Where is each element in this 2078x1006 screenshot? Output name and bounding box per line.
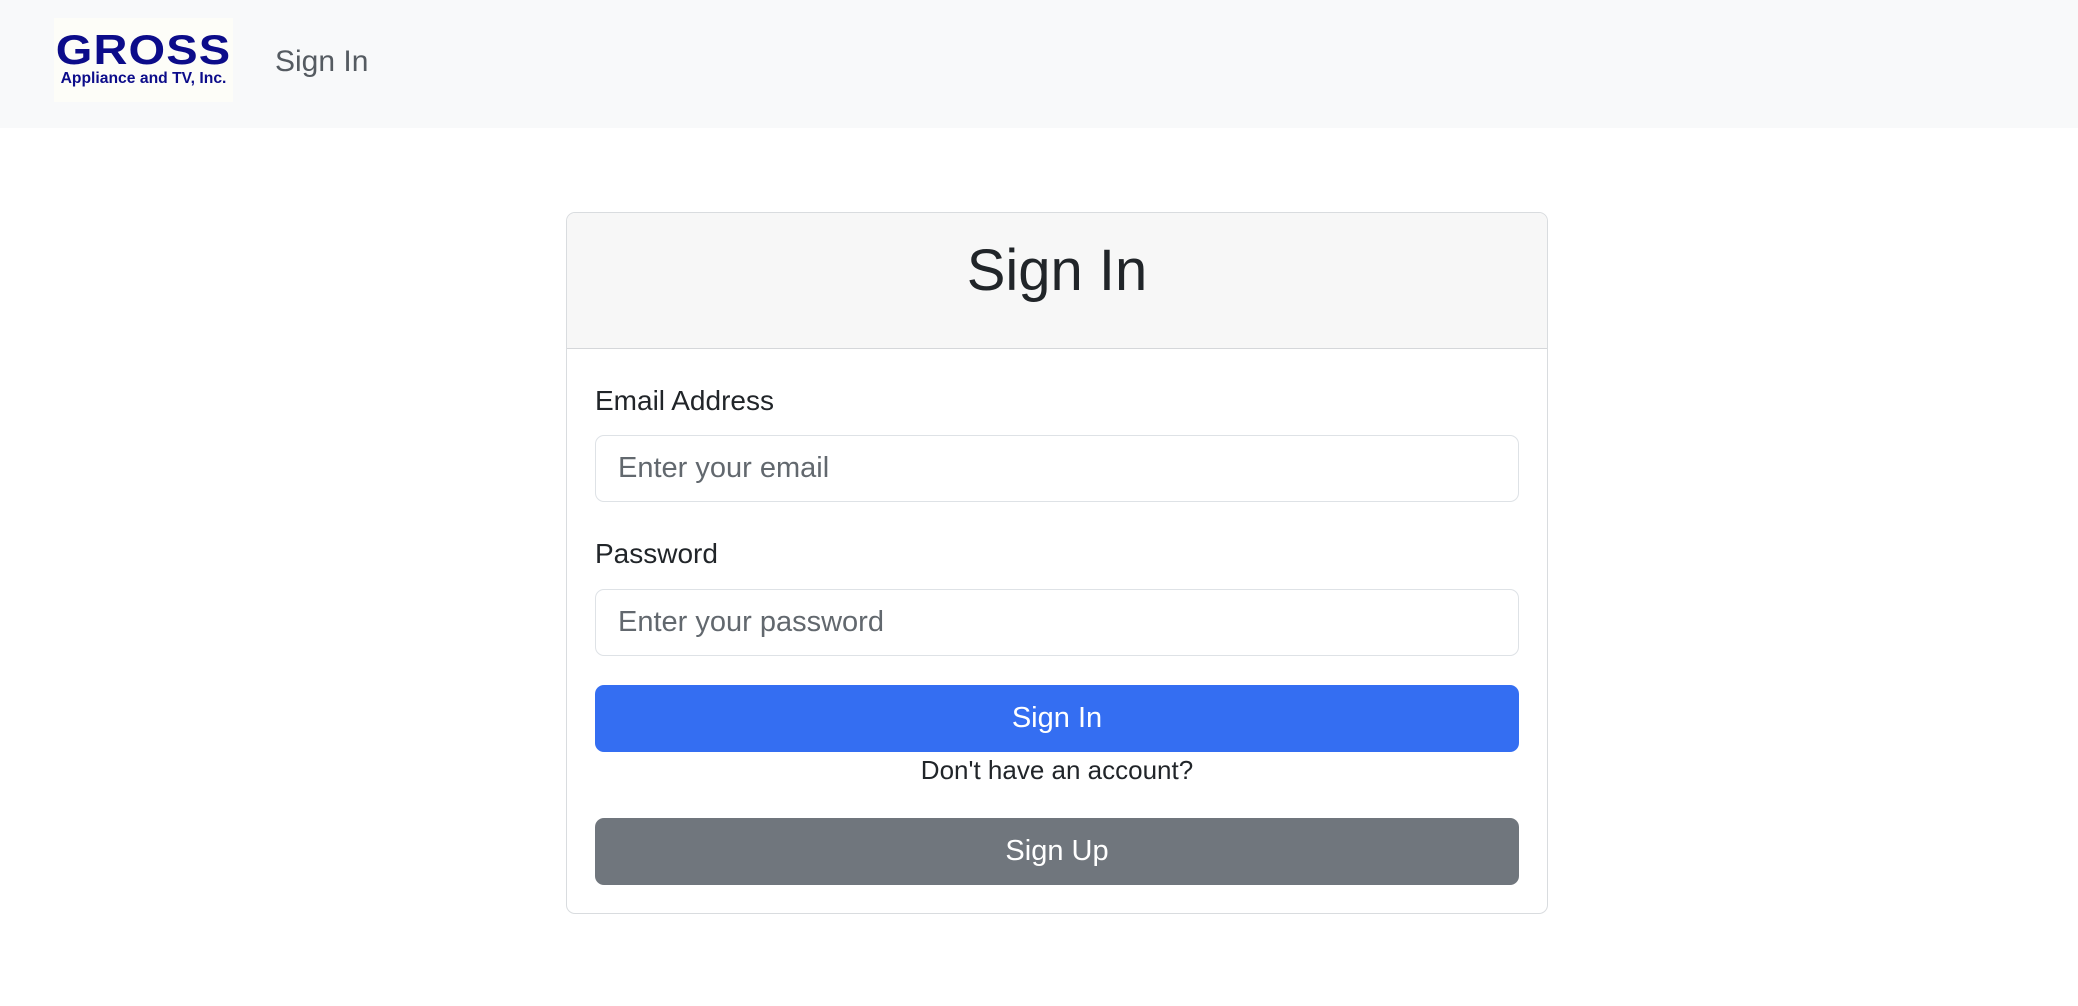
email-label: Email Address [595,385,774,416]
page-title: Sign In [966,238,1148,303]
no-account-text: Don't have an account? [920,755,1194,785]
password-field[interactable] [595,589,1519,656]
logo-subtitle: Appliance and TV, Inc. [60,70,227,87]
logo-title: GROSS [55,26,232,73]
sign-in-button[interactable]: Sign In [595,685,1519,752]
sign-up-button[interactable]: Sign Up [595,818,1519,885]
email-field[interactable] [595,435,1519,502]
password-label: Password [595,538,718,569]
card-header: Sign In [567,213,1547,349]
sign-in-card: Sign In Email Address Password Sign In D… [566,212,1548,914]
navbar: GROSS Appliance and TV, Inc. Sign In [0,0,2078,128]
nav-link-sign-in[interactable]: Sign In [275,42,368,82]
brand-logo[interactable]: GROSS Appliance and TV, Inc. [54,18,233,102]
